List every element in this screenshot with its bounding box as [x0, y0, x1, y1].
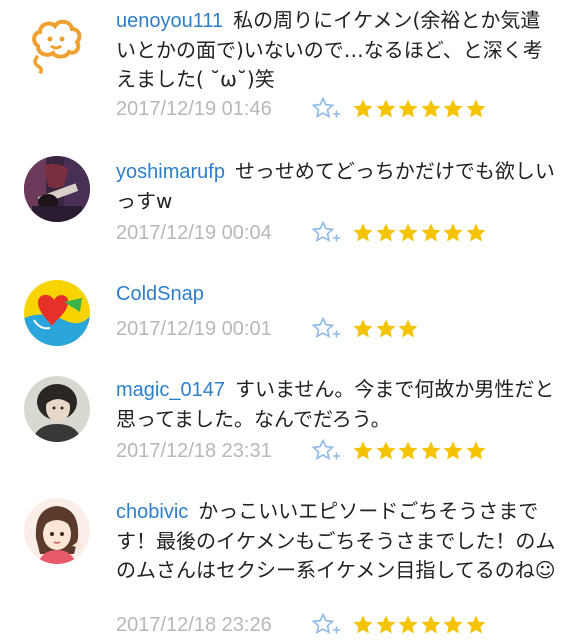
- star-rating: [352, 318, 420, 340]
- star-icon: [353, 615, 373, 634]
- star-icon: [353, 319, 373, 338]
- add-star-icon[interactable]: [312, 438, 342, 464]
- star-icon: [398, 319, 418, 338]
- star-icon: [398, 99, 418, 118]
- star-icon: [353, 223, 373, 242]
- username-link[interactable]: yoshimarufp: [116, 161, 225, 183]
- comment-list: uenoyou111 私の周りにイケメン(余裕とか気遣いとかの面で)いないので…な…: [0, 0, 586, 640]
- avatar[interactable]: [24, 156, 90, 222]
- timestamp: 2017/12/19 01:46: [116, 97, 272, 120]
- username-link[interactable]: magic_0147: [116, 379, 225, 401]
- star-icon: [421, 615, 440, 634]
- avatar[interactable]: [24, 498, 90, 564]
- star-icon: [398, 441, 418, 460]
- star-icon: [376, 441, 395, 460]
- star-icon: [353, 99, 373, 118]
- anime-girl-icon: [24, 498, 90, 564]
- star-icon: [376, 319, 395, 338]
- star-icon: [421, 441, 440, 460]
- star-icon: [376, 615, 395, 634]
- timestamp: 2017/12/18 23:26: [116, 613, 272, 636]
- comment-text-block: magic_0147 すいません。今まで何故か男性だと思ってました。なんでだろう。: [116, 375, 556, 434]
- comment-meta: 2017/12/19 00:01: [116, 316, 420, 342]
- star-rating: [352, 614, 487, 636]
- star-icon: [443, 615, 463, 634]
- comment-text-block: chobivic かっこいいエピソードごちそうさまです！最後のイケメンもごちそうさ…: [116, 497, 556, 585]
- star-icon: [443, 441, 463, 460]
- person-photo-icon: [24, 376, 90, 442]
- add-star-icon[interactable]: [312, 96, 342, 122]
- star-icon: [398, 615, 418, 634]
- timestamp: 2017/12/19 00:01: [116, 317, 272, 340]
- add-star-icon[interactable]: [312, 612, 342, 638]
- comment-text-block: ColdSnap: [116, 279, 556, 309]
- star-icon: [443, 99, 463, 118]
- star-icon: [466, 99, 485, 118]
- timestamp: 2017/12/19 00:04: [116, 221, 272, 244]
- timestamp: 2017/12/18 23:31: [116, 439, 272, 462]
- avatar[interactable]: [24, 12, 90, 78]
- star-icon: [353, 441, 373, 460]
- star-icon: [376, 223, 395, 242]
- comment-meta: 2017/12/18 23:26: [116, 612, 487, 638]
- heart-logo-icon: [24, 280, 90, 346]
- star-icon: [443, 223, 463, 242]
- star-icon: [466, 223, 485, 242]
- star-rating: [352, 98, 487, 120]
- comment-text-block: yoshimarufp せっせめてどっちかだけでも欲しいっすw: [116, 157, 556, 216]
- star-icon: [421, 223, 440, 242]
- username-link[interactable]: chobivic: [116, 501, 188, 523]
- comment-meta: 2017/12/18 23:31: [116, 438, 487, 464]
- avatar[interactable]: [24, 376, 90, 442]
- star-icon: [466, 441, 485, 460]
- comment-meta: 2017/12/19 00:04: [116, 220, 487, 246]
- comment-text-block: uenoyou111 私の周りにイケメン(余裕とか気遣いとかの面で)いないので…な…: [116, 6, 556, 94]
- avatar[interactable]: [24, 280, 90, 346]
- star-icon: [398, 223, 418, 242]
- cloud-face-icon: [32, 19, 82, 76]
- star-rating: [352, 222, 487, 244]
- star-icon: [421, 99, 440, 118]
- username-link[interactable]: ColdSnap: [116, 283, 204, 305]
- star-rating: [352, 440, 487, 462]
- star-icon: [466, 615, 485, 634]
- guitar-photo-icon: [24, 156, 90, 222]
- comment-meta: 2017/12/19 01:46: [116, 96, 487, 122]
- username-link[interactable]: uenoyou111: [116, 10, 223, 32]
- add-star-icon[interactable]: [312, 220, 342, 246]
- star-icon: [376, 99, 395, 118]
- add-star-icon[interactable]: [312, 316, 342, 342]
